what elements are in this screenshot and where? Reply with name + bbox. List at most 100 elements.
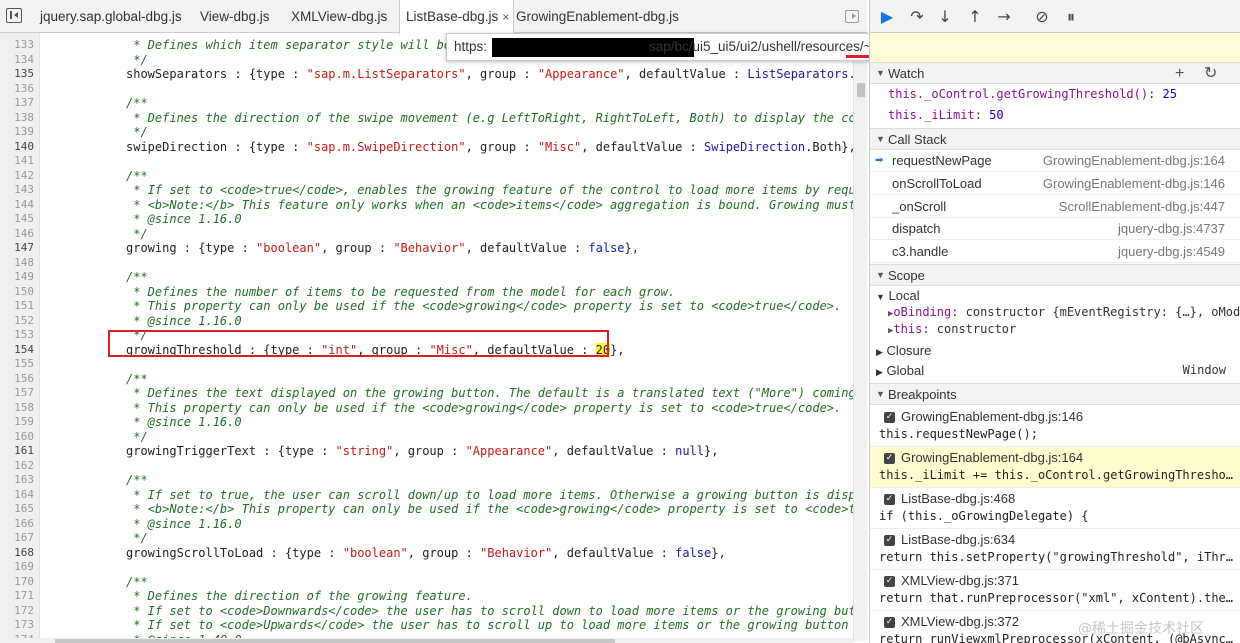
frame-location[interactable]: GrowingEnablement-dbg.js:164 (1043, 150, 1225, 172)
breakpoint-item[interactable]: ✓ XMLView-dbg.js:371 return that.runPrep… (870, 570, 1240, 611)
pause-on-exceptions-icon[interactable]: ⏸ (1060, 6, 1082, 28)
scroll-thumb[interactable] (55, 639, 615, 643)
deactivate-breakpoints-icon[interactable]: ⊘ (1031, 6, 1053, 28)
code-line[interactable]: 157 * Defines the text displayed on the … (0, 386, 853, 401)
frame-location[interactable]: jquery-dbg.js:4737 (1118, 218, 1225, 240)
scope-closure[interactable]: ▶ Closure (876, 343, 1240, 358)
breakpoint-item-active[interactable]: ✓ GrowingEnablement-dbg.js:164 this._iLi… (870, 447, 1240, 488)
code-line[interactable]: 172 * If set to <code>Downwards</code> t… (0, 604, 853, 619)
line-number[interactable]: 143 (0, 183, 34, 198)
code-line[interactable]: 138 * Defines the direction of the swipe… (0, 111, 853, 126)
line-number[interactable]: 147 (0, 241, 34, 256)
line-number[interactable]: 157 (0, 386, 34, 401)
code-line[interactable]: 173 * If set to <code>Upwards</code> the… (0, 618, 853, 633)
breakpoints-section-header[interactable]: ▼ Breakpoints (870, 383, 1240, 405)
watch-section-header[interactable]: ▼ Watch + ↻ (870, 62, 1240, 84)
code-line[interactable]: 137 /** (0, 96, 853, 111)
line-number[interactable]: 139 (0, 125, 34, 140)
code-line[interactable]: 139 */ (0, 125, 853, 140)
code-line[interactable]: 162 (0, 459, 853, 474)
line-number[interactable]: 141 (0, 154, 34, 169)
editor-vertical-scrollbar[interactable] (853, 33, 867, 641)
tab-growing-enablement[interactable]: GrowingEnablement-dbg.js (516, 0, 679, 33)
resume-icon[interactable]: ▶ (876, 6, 898, 28)
code-line[interactable]: 148 (0, 256, 853, 271)
line-number[interactable]: 153 (0, 328, 34, 343)
line-number[interactable]: 168 (0, 546, 34, 561)
code-line[interactable]: 143 * If set to <code>true</code>, enabl… (0, 183, 853, 198)
line-number[interactable]: 155 (0, 357, 34, 372)
step-over-icon[interactable]: ↷ (906, 6, 928, 28)
line-number[interactable]: 145 (0, 212, 34, 227)
tab-jquery-sap-global[interactable]: jquery.sap.global-dbg.js (40, 0, 182, 33)
call-frame[interactable]: onScrollToLoad GrowingEnablement-dbg.js:… (870, 173, 1240, 195)
line-number[interactable]: 165 (0, 502, 34, 517)
code-line[interactable]: 135 showSeparators : {type : "sap.m.ListS… (0, 67, 853, 82)
line-number[interactable]: 164 (0, 488, 34, 503)
line-number[interactable]: 172 (0, 604, 34, 619)
line-number[interactable]: 146 (0, 227, 34, 242)
line-number[interactable]: 161 (0, 444, 34, 459)
line-number[interactable]: 160 (0, 430, 34, 445)
scope-section-header[interactable]: ▼ Scope (870, 264, 1240, 286)
line-number[interactable]: 167 (0, 531, 34, 546)
scope-local[interactable]: ▼ Local (876, 288, 1240, 303)
code-line[interactable]: 166 * @since 1.16.0 (0, 517, 853, 532)
code-line[interactable]: 161 growingTriggerText : {type : "string"… (0, 444, 853, 459)
line-number[interactable]: 159 (0, 415, 34, 430)
call-frame[interactable]: _onScroll ScrollEnablement-dbg.js:447 (870, 196, 1240, 218)
watch-item[interactable]: this._oControl.getGrowingThreshold(): 25 (888, 87, 1240, 101)
breakpoint-item[interactable]: ✓ ListBase-dbg.js:468 if (this._oGrowing… (870, 488, 1240, 529)
frame-location[interactable]: GrowingEnablement-dbg.js:146 (1043, 173, 1225, 195)
breakpoint-checkbox[interactable]: ✓ (884, 412, 895, 423)
breakpoint-checkbox[interactable]: ✓ (884, 535, 895, 546)
breakpoint-checkbox[interactable]: ✓ (884, 453, 895, 464)
step-into-icon[interactable]: ↓ (934, 6, 956, 28)
line-number[interactable]: 142 (0, 169, 34, 184)
line-number[interactable]: 140 (0, 140, 34, 155)
code-line[interactable]: 151 * This property can only be used if … (0, 299, 853, 314)
line-number[interactable]: 171 (0, 589, 34, 604)
line-number[interactable]: 134 (0, 53, 34, 68)
breakpoint-checkbox[interactable]: ✓ (884, 617, 895, 628)
line-number[interactable]: 154 (0, 343, 34, 358)
code-line[interactable]: 164 * If set to true, the user can scrol… (0, 488, 853, 503)
line-number[interactable]: 173 (0, 618, 34, 633)
code-line[interactable]: 141 (0, 154, 853, 169)
line-number[interactable]: 170 (0, 575, 34, 590)
line-number[interactable]: 144 (0, 198, 34, 213)
breakpoint-checkbox[interactable]: ✓ (884, 494, 895, 505)
code-line[interactable]: 149 /** (0, 270, 853, 285)
line-number[interactable]: 135 (0, 67, 34, 82)
line-number[interactable]: 163 (0, 473, 34, 488)
scope-global[interactable]: ▶ Global Window (876, 363, 1236, 378)
line-number[interactable]: 148 (0, 256, 34, 271)
line-number[interactable]: 133 (0, 38, 34, 53)
call-frame[interactable]: c3.handle jquery-dbg.js:4549 (870, 241, 1240, 263)
line-number[interactable]: 149 (0, 270, 34, 285)
code-line[interactable]: 168 growingScrollToLoad : {type : "boolea… (0, 546, 853, 561)
breakpoint-item[interactable]: ✓ ListBase-dbg.js:634 return this.setPro… (870, 529, 1240, 570)
code-line[interactable]: 167 */ (0, 531, 853, 546)
scope-variable[interactable]: ▶oBinding: constructor {mEventRegistry: … (888, 305, 1240, 319)
line-number[interactable]: 156 (0, 372, 34, 387)
code-line[interactable]: 142 /** (0, 169, 853, 184)
line-number[interactable]: 152 (0, 314, 34, 329)
step-out-icon[interactable]: ↑ (964, 6, 986, 28)
code-line[interactable]: 145 * @since 1.16.0 (0, 212, 853, 227)
frame-location[interactable]: jquery-dbg.js:4549 (1118, 241, 1225, 263)
line-number[interactable]: 150 (0, 285, 34, 300)
code-line[interactable]: 146 */ (0, 227, 853, 242)
refresh-watch-icon[interactable]: ↻ (1204, 63, 1217, 84)
code-line[interactable]: 152 * @since 1.16.0 (0, 314, 853, 329)
code-line[interactable]: 163 /** (0, 473, 853, 488)
code-line[interactable]: 136 (0, 82, 853, 97)
call-frame[interactable]: ➡ requestNewPage GrowingEnablement-dbg.j… (870, 150, 1240, 172)
code-line[interactable]: 155 (0, 357, 853, 372)
code-line[interactable]: 169 (0, 560, 853, 575)
line-number[interactable]: 166 (0, 517, 34, 532)
tab-xmlview[interactable]: XMLView-dbg.js (291, 0, 387, 33)
breakpoint-item[interactable]: ✓ GrowingEnablement-dbg.js:146 this.requ… (870, 406, 1240, 447)
code-line[interactable]: 159 * @since 1.16.0 (0, 415, 853, 430)
code-line[interactable]: 140 swipeDirection : {type : "sap.m.Swipe… (0, 140, 853, 155)
